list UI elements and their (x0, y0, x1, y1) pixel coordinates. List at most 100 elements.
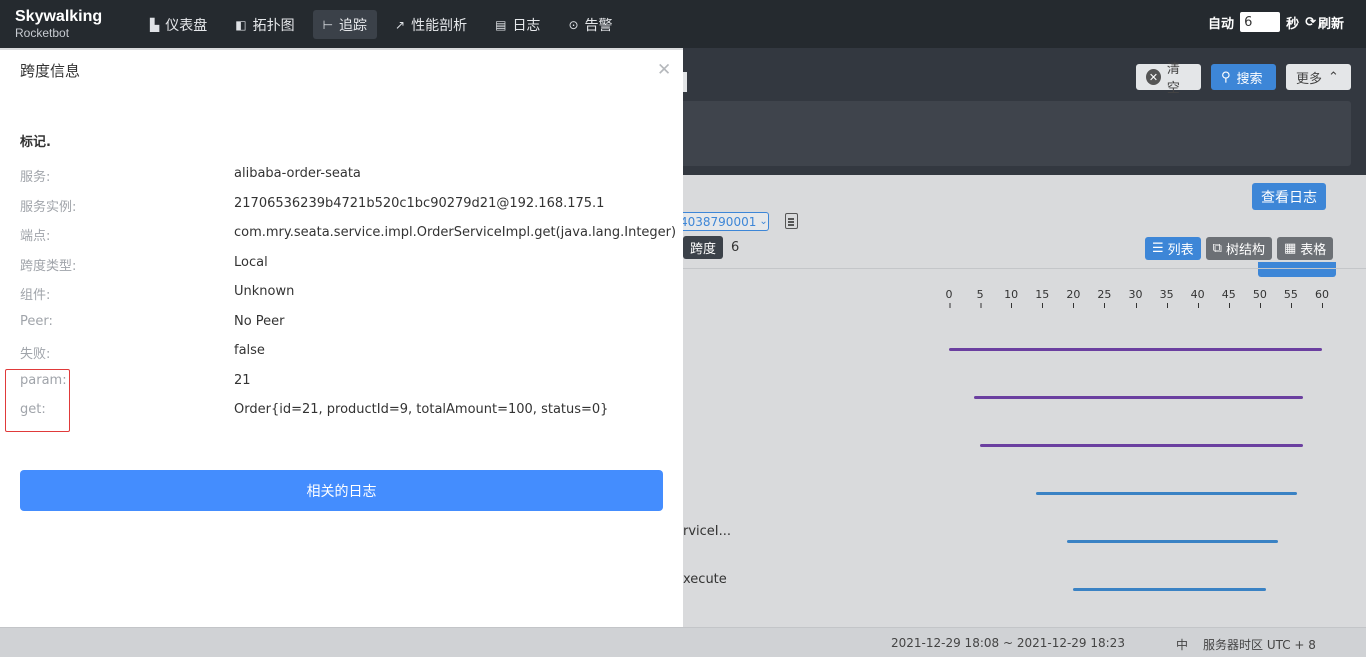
field-value: 21706536239b4721b520c1bc90279d21@192.168… (234, 196, 605, 211)
list-label: 列表 (1167, 243, 1194, 258)
nav-label: 追踪 (339, 17, 368, 34)
field-service-instance: 服务实例: 21706536239b4721b520c1bc90279d21@19… (20, 196, 680, 216)
list-view-button[interactable]: ☰ 列表 (1145, 237, 1201, 260)
main-nav: ▙ 仪表盘 ◧ 拓扑图 ⊢ 追踪 ↗ 性能剖析 ▤ 日志 ⊙ 告警 (140, 10, 623, 39)
field-value: Local (234, 255, 268, 270)
view-switcher: ☰ 列表 ⧉ 树结构 ▦ 表格 (1145, 237, 1334, 260)
chevron-up-icon: ⌃ (1328, 69, 1339, 85)
table-view-button[interactable]: ▦ 表格 (1276, 237, 1334, 260)
tree-icon: ⧉ (1212, 241, 1222, 256)
span-duration-bar[interactable] (949, 348, 1322, 351)
field-key: 服务实例: (20, 200, 77, 215)
span-duration-bar[interactable] (1067, 540, 1279, 543)
field-value: No Peer (234, 314, 285, 329)
logo[interactable]: Skywalking Rocketbot (15, 8, 102, 40)
nav-item-alarm[interactable]: ⊙ 告警 (558, 10, 622, 39)
span-count: 6 (731, 240, 740, 255)
axis-tick-label: 20 (1066, 288, 1081, 308)
span-duration-bar[interactable] (980, 444, 1304, 447)
partial-button[interactable] (1258, 262, 1336, 277)
nav-label: 仪表盘 (165, 17, 208, 34)
refresh-interval-input[interactable] (1240, 12, 1281, 32)
field-value: 21 (234, 373, 251, 388)
span-tag: 跨度 (683, 236, 724, 259)
axis-tick-label: 35 (1159, 288, 1174, 308)
axis-tick-label: 40 (1190, 288, 1205, 308)
dashboard-icon: ▙ (150, 17, 160, 32)
timeline-axis: 0 5 10 15 20 25 30 35 40 45 50 55 60 (938, 288, 1338, 310)
drawer-title: 跨度信息 (20, 62, 81, 80)
tree-label: 树结构 (1225, 243, 1265, 258)
field-value: Order{id=21, productId=9, totalAmount=10… (234, 402, 609, 417)
server-timezone[interactable]: 服务器时区 UTC + 8 (1203, 636, 1316, 653)
highlight-annotation (5, 369, 70, 432)
nav-item-dashboard[interactable]: ▙ 仪表盘 (140, 10, 217, 39)
search-icon: ⚲ (1221, 69, 1231, 85)
trace-id-select[interactable]: 4038790001 ⌄ (680, 212, 769, 231)
span-row-label[interactable]: xecute (683, 572, 727, 587)
alarm-icon: ⊙ (568, 17, 579, 32)
span-info-drawer: 跨度信息 ✕ 标记. 服务: alibaba-order-seata 服务实例: 2… (0, 50, 683, 627)
time-range[interactable]: 2021-12-29 18:08 ~ 2021-12-29 18:23 (891, 636, 1125, 650)
field-value: com.mry.seata.service.impl.OrderServiceI… (234, 225, 677, 240)
field-value: false (234, 343, 265, 358)
span-duration-bar[interactable] (1036, 492, 1298, 495)
search-button[interactable]: ⚲ 搜索 (1211, 64, 1276, 90)
footer: 2021-12-29 18:08 ~ 2021-12-29 18:23 中 服务… (0, 627, 1366, 657)
axis-tick-label: 55 (1283, 288, 1298, 308)
close-icon[interactable]: ✕ (657, 60, 671, 80)
span-duration-bar[interactable] (1073, 588, 1267, 591)
related-logs-button[interactable]: 相关的日志 (20, 470, 663, 511)
field-error: 失败: false (20, 343, 680, 363)
brand-sub: Rocketbot (15, 26, 70, 40)
field-key: 跨度类型: (20, 259, 77, 274)
span-summary: 跨度 6 (683, 236, 739, 259)
auto-refresh: 自动 秒 ⟳ 刷新 (1208, 12, 1366, 32)
field-param: param: 21 (20, 373, 680, 393)
auto-label: 自动 (1208, 16, 1235, 32)
field-component: 组件: Unknown (20, 284, 680, 304)
chevron-down-icon: ⌄ (759, 216, 768, 227)
divider (683, 268, 1366, 269)
axis-tick-label: 25 (1097, 288, 1112, 308)
nav-label: 性能剖析 (411, 17, 468, 34)
table-icon: ▦ (1283, 241, 1297, 256)
nav-label: 告警 (584, 17, 613, 34)
nav-item-log[interactable]: ▤ 日志 (485, 10, 550, 39)
nav-item-trace[interactable]: ⊢ 追踪 (312, 10, 378, 39)
list-icon: ☰ (1152, 241, 1164, 256)
brand-name: Skywalking (15, 8, 103, 25)
language-switch[interactable]: 中 (1176, 636, 1188, 653)
nav-item-topology[interactable]: ◧ 拓扑图 (225, 10, 304, 39)
profile-icon: ↗ (395, 17, 406, 32)
top-nav-bar: Skywalking Rocketbot ▙ 仪表盘 ◧ 拓扑图 ⊢ 追踪 ↗ 性能剖析… (0, 0, 1366, 48)
axis-tick-label: 45 (1221, 288, 1236, 308)
clear-button[interactable]: ✕ 清空 (1136, 62, 1201, 96)
axis-tick-label: 10 (1004, 288, 1019, 308)
axis-tick-label: 5 (976, 288, 984, 308)
view-logs-button[interactable]: 查看日志 (1252, 183, 1326, 210)
clear-label: 清空 (1166, 62, 1180, 96)
axis-tick-label: 60 (1315, 288, 1329, 308)
topology-icon: ◧ (235, 17, 247, 32)
field-value: alibaba-order-seata (234, 166, 361, 181)
nav-item-profile[interactable]: ↗ 性能剖析 (385, 10, 477, 39)
span-row-label[interactable]: rviceI... (683, 524, 731, 539)
refresh-button[interactable]: ⟳ 刷新 (1305, 13, 1344, 32)
log-icon: ▤ (495, 17, 507, 32)
more-label: 更多 (1296, 71, 1323, 87)
nav-label: 日志 (512, 17, 541, 34)
field-key: 组件: (20, 288, 51, 303)
clear-icon: ✕ (1146, 69, 1161, 85)
tree-view-button[interactable]: ⧉ 树结构 (1205, 237, 1272, 260)
tag-input-area[interactable] (683, 101, 1351, 166)
nav-label: 拓扑图 (252, 17, 295, 34)
search-field-edge[interactable] (683, 72, 687, 92)
field-span-type: 跨度类型: Local (20, 255, 680, 275)
clipboard-icon[interactable] (785, 213, 798, 229)
span-duration-bar[interactable] (973, 396, 1304, 399)
field-get: get: Order{id=21, productId=9, totalAmoun… (20, 402, 680, 422)
table-label: 表格 (1300, 243, 1327, 258)
search-label: 搜索 (1236, 71, 1263, 87)
more-button[interactable]: 更多 ⌃ (1286, 64, 1351, 90)
